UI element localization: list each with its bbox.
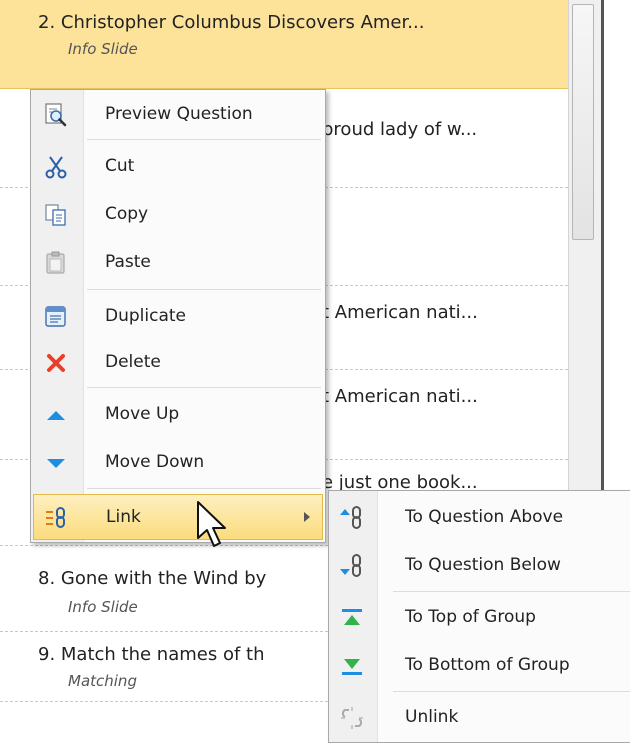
menu-item-label: Move Up <box>105 404 180 424</box>
copy-icon <box>45 204 66 226</box>
submenu-item-label: To Question Above <box>405 507 564 527</box>
menu-item-label: Preview Question <box>105 104 253 124</box>
context-menu: Preview Question Cut Copy Paste Duplicat… <box>30 89 326 543</box>
mouse-cursor-icon <box>197 501 226 547</box>
submenu-item-label: To Bottom of Group <box>405 655 570 675</box>
delete-icon <box>47 354 65 372</box>
scrollbar-thumb[interactable] <box>572 4 594 240</box>
menu-item-label: Copy <box>105 204 149 224</box>
menu-item-label: Paste <box>105 252 151 272</box>
submenu-item-label: To Question Below <box>405 555 561 575</box>
question-row-2[interactable]: 2. Christopher Columbus Discovers Amer..… <box>0 0 568 89</box>
menu-item-cut[interactable]: Cut <box>33 144 323 190</box>
menu-separator <box>393 691 630 692</box>
menu-separator <box>87 488 321 489</box>
menu-item-copy[interactable]: Copy <box>33 192 323 238</box>
question-title-fragment: t American nati... <box>322 302 478 323</box>
link-up-icon <box>340 506 361 529</box>
menu-item-label: Cut <box>105 156 135 176</box>
question-type: Info Slide <box>68 40 138 58</box>
duplicate-icon <box>45 306 66 327</box>
link-icon <box>46 507 65 528</box>
paste-icon <box>46 251 65 274</box>
menu-item-label: Move Down <box>105 452 205 472</box>
submenu-item-unlink[interactable]: Unlink <box>331 695 629 741</box>
menu-item-label: Link <box>106 507 141 527</box>
question-title: 9. Match the names of th <box>38 644 265 665</box>
submenu-item-to-bottom-of-group[interactable]: To Bottom of Group <box>331 643 629 689</box>
to-top-icon <box>342 609 362 625</box>
menu-separator <box>393 591 630 592</box>
question-title-fragment: proud lady of w... <box>322 119 478 140</box>
menu-item-duplicate[interactable]: Duplicate <box>33 294 323 340</box>
submenu-item-label: To Top of Group <box>405 607 536 627</box>
link-submenu: To Question Above To Question Below To T… <box>328 490 630 743</box>
question-type: Info Slide <box>68 598 138 616</box>
submenu-item-label: Unlink <box>405 707 459 727</box>
question-title-fragment: t American nati... <box>322 386 478 407</box>
menu-item-label: Delete <box>105 352 161 372</box>
question-title: 8. Gone with the Wind by <box>38 568 267 589</box>
submenu-item-to-top-of-group[interactable]: To Top of Group <box>331 595 629 641</box>
link-down-icon <box>340 554 361 577</box>
menu-item-move-up[interactable]: Move Up <box>33 392 323 438</box>
menu-item-label: Duplicate <box>105 306 186 326</box>
menu-separator <box>87 387 321 388</box>
submenu-arrow-icon <box>304 512 310 522</box>
unlink-icon <box>341 707 363 729</box>
menu-item-paste[interactable]: Paste <box>33 240 323 286</box>
to-bottom-icon <box>342 659 362 675</box>
scissors-icon <box>45 156 67 179</box>
question-title: 2. Christopher Columbus Discovers Amer..… <box>38 12 425 33</box>
menu-item-link[interactable]: Link <box>33 494 323 540</box>
menu-separator <box>87 289 321 290</box>
triangle-up-icon <box>47 411 65 420</box>
submenu-item-to-question-above[interactable]: To Question Above <box>331 495 629 541</box>
question-type: Matching <box>68 672 137 690</box>
menu-item-preview-question[interactable]: Preview Question <box>33 92 323 138</box>
submenu-item-to-question-below[interactable]: To Question Below <box>331 543 629 589</box>
preview-icon <box>45 103 67 127</box>
menu-item-move-down[interactable]: Move Down <box>33 440 323 486</box>
triangle-down-icon <box>47 459 65 468</box>
menu-item-delete[interactable]: Delete <box>33 340 323 386</box>
menu-separator <box>87 139 321 140</box>
